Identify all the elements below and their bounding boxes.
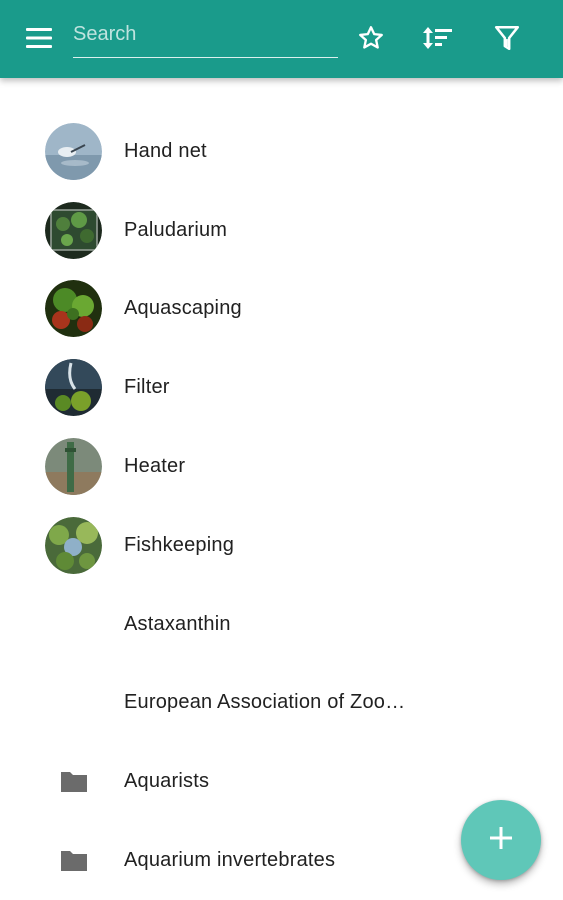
filter-icon <box>494 24 520 57</box>
list-item-fishkeeping[interactable]: Fishkeeping <box>0 506 563 585</box>
topic-list: Hand net Paludarium Aquascaping Filter H… <box>0 112 563 900</box>
menu-button[interactable] <box>20 22 60 58</box>
list-item-paludarium[interactable]: Paludarium <box>0 191 563 270</box>
list-item-aquascaping[interactable]: Aquascaping <box>0 270 563 349</box>
plus-icon <box>490 826 512 854</box>
favorites-button[interactable] <box>351 20 391 60</box>
list-item-label: Astaxanthin <box>124 612 231 635</box>
app-screen: Hand net Paludarium <box>0 0 563 900</box>
add-button[interactable] <box>461 800 541 880</box>
list-item-label: European Association of Zoo… <box>124 691 406 714</box>
filter-button[interactable] <box>487 20 527 60</box>
list-item-label: Paludarium <box>124 218 228 241</box>
toolbar <box>0 0 563 78</box>
list-item-label: Heater <box>124 455 186 478</box>
heater-image <box>45 438 102 496</box>
aquascaping-image <box>45 280 102 338</box>
thumbnail <box>45 359 102 417</box>
list-item-label: Aquarists <box>124 770 210 793</box>
sort-icon <box>422 24 454 57</box>
folder-icon <box>45 753 102 810</box>
list-item-label: Aquarium invertebrates <box>124 849 336 872</box>
list-item-hand-net[interactable]: Hand net <box>0 112 563 191</box>
list-item-heater[interactable]: Heater <box>0 427 563 506</box>
fishkeeping-image <box>45 516 102 574</box>
star-icon <box>357 24 385 57</box>
thumbnail <box>45 438 102 496</box>
list-item-european-association[interactable]: European Association of Zoo… <box>0 664 563 743</box>
filter-image <box>45 359 102 417</box>
thumbnail <box>45 280 102 338</box>
list-item-astaxanthin[interactable]: Astaxanthin <box>0 585 563 664</box>
list-item-label: Hand net <box>124 139 207 162</box>
hand-net-image <box>45 122 102 180</box>
list-item-label: Filter <box>124 376 170 399</box>
hamburger-menu-icon <box>26 27 54 54</box>
list-item-filter[interactable]: Filter <box>0 348 563 427</box>
search-field <box>73 14 338 58</box>
sort-button[interactable] <box>418 20 458 60</box>
list-item-label: Fishkeeping <box>124 533 235 556</box>
thumbnail <box>45 122 102 180</box>
search-input[interactable] <box>73 14 338 54</box>
folder-icon <box>45 832 102 889</box>
list-item-label: Aquascaping <box>124 297 242 320</box>
paludarium-image <box>45 201 102 259</box>
thumbnail <box>45 516 102 574</box>
thumbnail <box>45 201 102 259</box>
